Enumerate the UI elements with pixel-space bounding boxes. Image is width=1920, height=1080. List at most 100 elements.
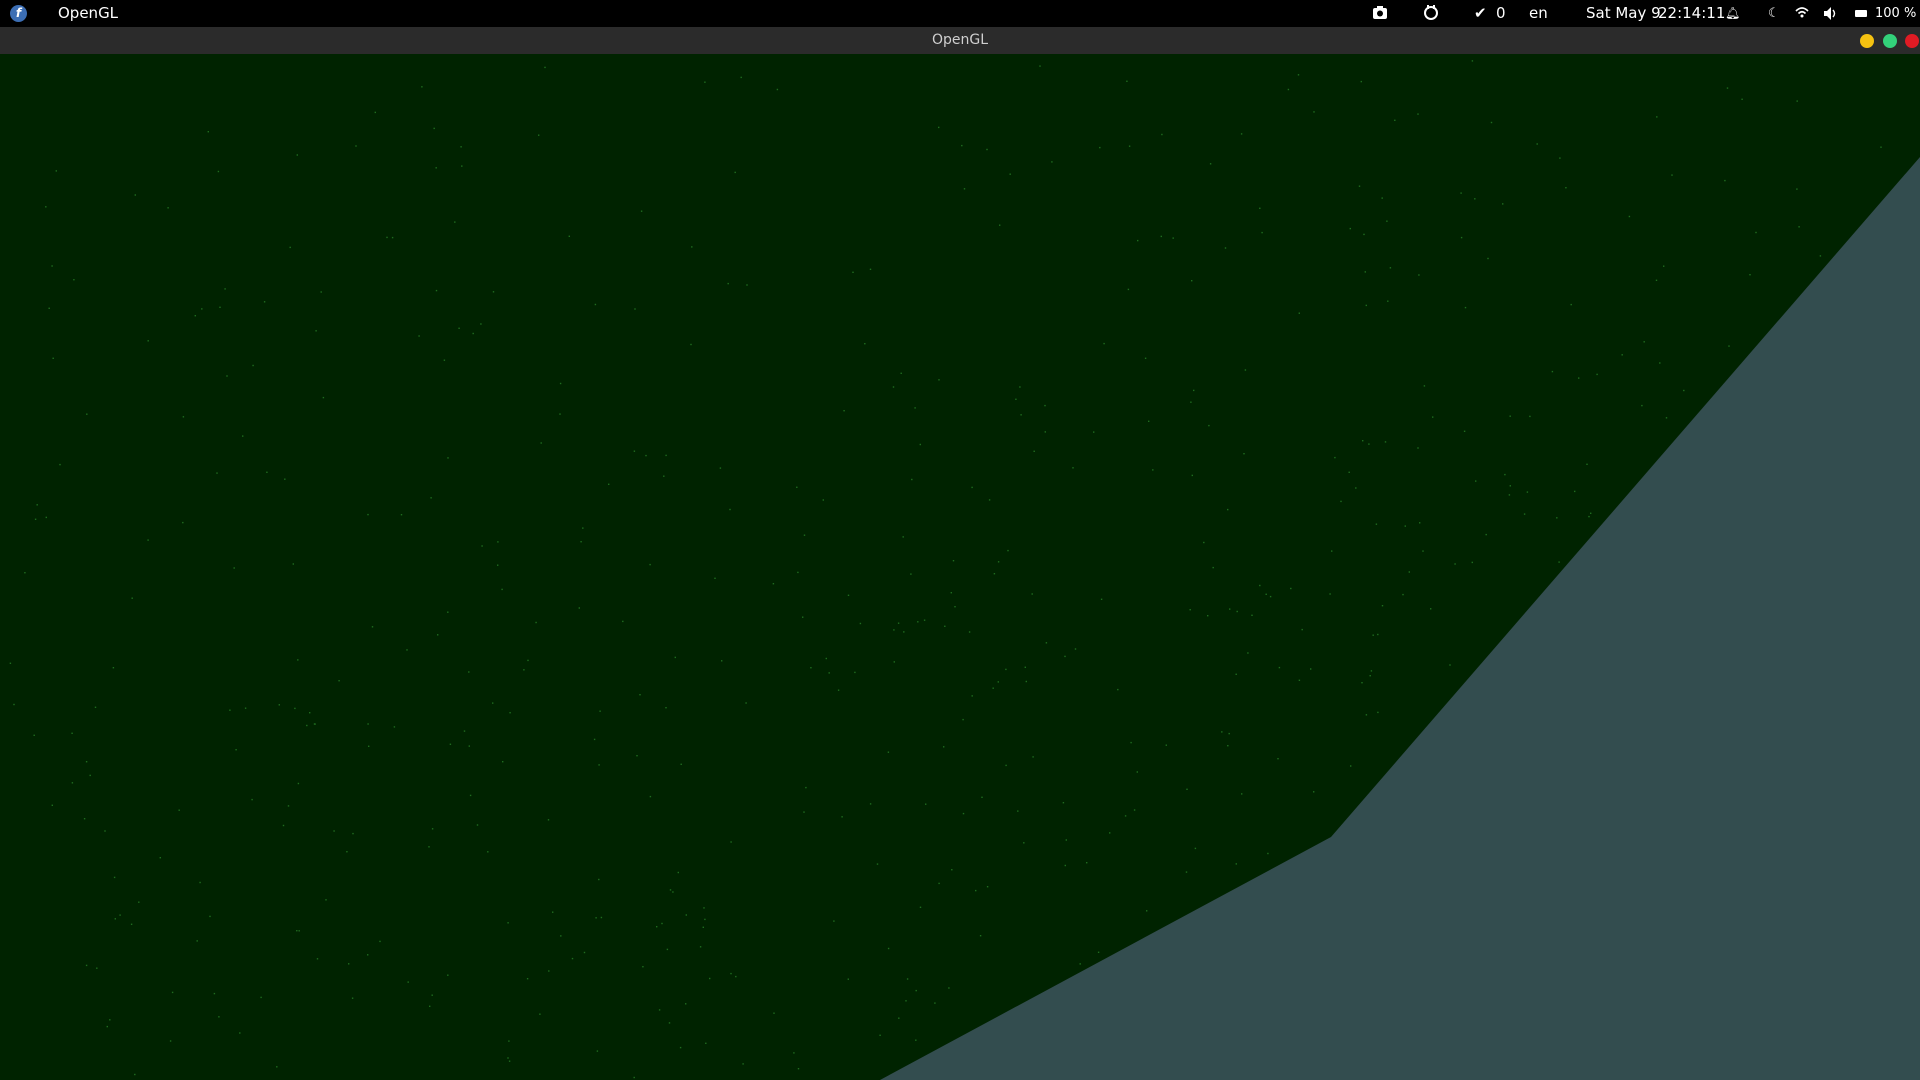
star-dot	[1331, 550, 1333, 552]
star-dot	[374, 111, 376, 114]
star-dot	[705, 1042, 707, 1044]
star-dot	[239, 1032, 241, 1034]
star-dot	[431, 828, 434, 830]
star-dot	[599, 710, 601, 712]
star-dot	[119, 914, 121, 916]
battery-icon[interactable]	[1855, 10, 1867, 17]
close-button[interactable]	[1905, 34, 1919, 48]
checkmark-icon[interactable]: ✔	[1474, 0, 1487, 27]
star-dot	[961, 144, 963, 147]
window-title-bar[interactable]: OpenGL	[0, 27, 1920, 54]
star-dot	[509, 712, 511, 714]
star-dot	[1349, 227, 1351, 230]
star-dot	[1287, 88, 1290, 91]
star-dot	[1628, 215, 1631, 218]
star-dot	[571, 957, 574, 960]
star-dot	[1509, 415, 1511, 417]
star-dot	[85, 964, 88, 967]
star-dot	[971, 695, 973, 697]
star-dot	[242, 435, 244, 437]
night-light-icon[interactable]: ☾	[1768, 0, 1780, 27]
star-dot	[1621, 354, 1623, 356]
star-dot	[598, 764, 600, 766]
star-dot	[535, 621, 537, 624]
clock-time[interactable]: 22:14:11	[1658, 0, 1725, 27]
star-dot	[1659, 362, 1661, 364]
star-dot	[1551, 370, 1554, 373]
star-dot	[1127, 288, 1130, 291]
star-dot	[1277, 758, 1279, 760]
star-dot	[1663, 265, 1665, 267]
fedora-logo-icon[interactable]: f	[10, 5, 27, 22]
star-dot	[704, 918, 706, 921]
app-menu-label[interactable]: OpenGL	[58, 0, 118, 27]
star-dot	[59, 463, 61, 466]
star-dot	[1474, 198, 1476, 200]
notification-bell-icon[interactable]: 🔔︎	[1725, 0, 1740, 27]
star-dot	[109, 1019, 111, 1021]
star-dot	[1464, 306, 1467, 309]
star-dot	[1005, 668, 1007, 671]
star-dot	[1523, 513, 1526, 515]
star-dot	[338, 680, 340, 682]
star-dot	[1031, 593, 1033, 595]
star-dot	[134, 194, 136, 196]
keyboard-layout-indicator[interactable]: en	[1529, 0, 1548, 27]
star-dot	[213, 992, 216, 995]
star-dot	[449, 743, 452, 745]
star-dot	[1417, 113, 1419, 115]
star-dot	[507, 922, 509, 924]
star-dot	[527, 659, 529, 662]
star-dot	[1485, 533, 1487, 536]
star-dot	[876, 863, 879, 865]
star-dot	[917, 621, 919, 623]
camera-icon[interactable]	[1372, 0, 1388, 27]
star-dot	[1251, 614, 1253, 616]
wifi-icon[interactable]	[1795, 0, 1809, 27]
star-dot	[1430, 608, 1432, 610]
star-dot	[1656, 116, 1658, 118]
opengl-canvas[interactable]	[0, 54, 1920, 1080]
extension-icon[interactable]	[1422, 0, 1440, 27]
star-dot	[639, 694, 641, 696]
star-dot	[497, 541, 499, 543]
star-dot	[1578, 377, 1580, 379]
star-dot	[952, 560, 955, 562]
star-dot	[1117, 688, 1119, 691]
star-dot	[997, 681, 999, 683]
star-dot	[1136, 771, 1138, 773]
star-dot	[112, 667, 115, 669]
star-dot	[1726, 87, 1729, 89]
minimize-button[interactable]	[1860, 34, 1874, 48]
star-dot	[1025, 680, 1027, 683]
star-dot	[1186, 788, 1188, 790]
star-dot	[645, 454, 647, 457]
star-dot	[458, 327, 460, 329]
star-dot	[289, 246, 291, 249]
star-dot	[1504, 473, 1506, 476]
star-dot	[435, 289, 438, 292]
star-dot	[730, 841, 732, 843]
clock-date[interactable]: Sat May 9	[1586, 0, 1661, 27]
star-dot	[33, 734, 35, 736]
star-dot	[1565, 187, 1567, 189]
star-dot	[559, 382, 562, 385]
star-dot	[219, 306, 221, 308]
star-dot	[633, 450, 636, 452]
star-dot	[406, 649, 408, 651]
star-dot	[810, 667, 812, 669]
star-dot	[367, 723, 369, 725]
maximize-button[interactable]	[1883, 34, 1897, 48]
star-dot	[134, 1073, 136, 1076]
star-dot	[552, 911, 554, 913]
star-dot	[1228, 732, 1230, 735]
star-dot	[346, 851, 348, 853]
star-dot	[666, 948, 669, 951]
star-dot	[663, 475, 665, 477]
star-dot	[677, 871, 679, 874]
volume-icon[interactable]	[1823, 0, 1839, 27]
star-dot	[1361, 682, 1363, 684]
star-dot	[351, 997, 354, 999]
star-dot	[642, 966, 644, 968]
star-dot	[194, 315, 196, 317]
